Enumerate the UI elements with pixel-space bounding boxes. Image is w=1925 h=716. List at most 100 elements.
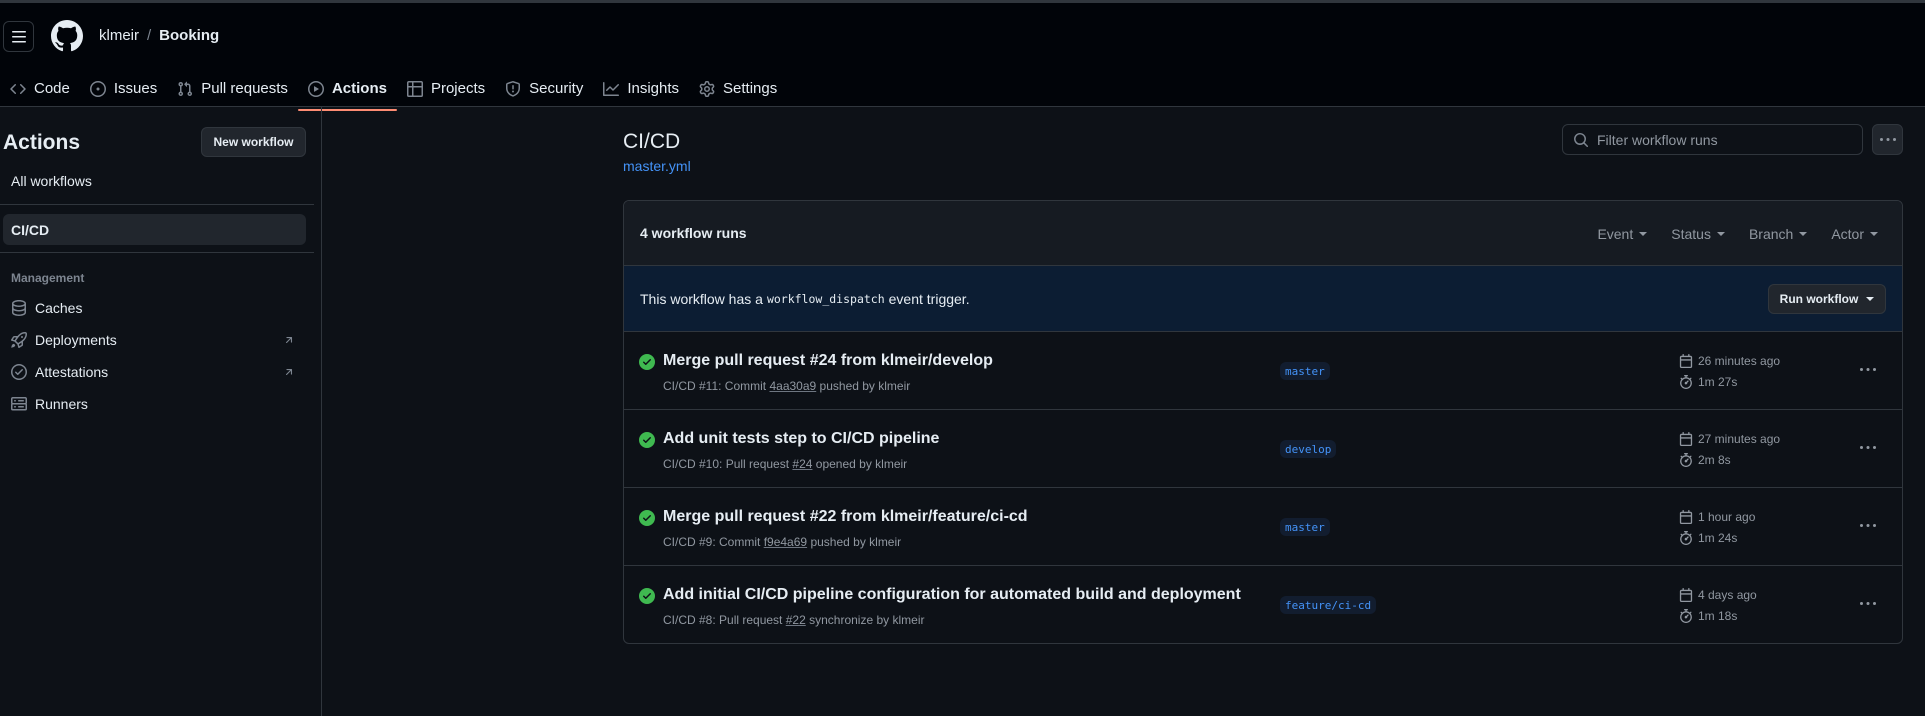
more-options-button[interactable] bbox=[1872, 124, 1903, 155]
management-heading: Management bbox=[11, 271, 85, 285]
actor-filter-dropdown[interactable]: Actor bbox=[1819, 226, 1890, 242]
status-filter-dropdown[interactable]: Status bbox=[1659, 226, 1737, 242]
three-bars-icon bbox=[11, 30, 26, 42]
run-suffix: pushed by klmeir bbox=[810, 535, 902, 549]
tab-issues[interactable]: Issues bbox=[80, 67, 167, 110]
run-suffix: synchronize by klmeir bbox=[809, 613, 925, 627]
sidebar-item-attestations[interactable]: Attestations bbox=[11, 361, 301, 383]
run-prefix: CI/CD #11: Commit bbox=[663, 379, 767, 393]
arrow-up-right-icon bbox=[285, 369, 293, 376]
sidebar-item-ci-cd[interactable]: CI/CD bbox=[3, 214, 306, 245]
branch-label[interactable]: feature/ci-cd bbox=[1280, 596, 1377, 614]
filter-runs-field[interactable] bbox=[1562, 124, 1863, 155]
triangle-down-icon bbox=[1639, 231, 1648, 236]
filter-runs-input[interactable] bbox=[1597, 131, 1847, 148]
sidebar-item-label: Caches bbox=[35, 300, 83, 316]
run-prefix: CI/CD #8: Pull request bbox=[663, 613, 783, 627]
runs-header: 4 workflow runs Event Status Branch Acto… bbox=[624, 201, 1902, 266]
run-title-link[interactable]: Add initial CI/CD pipeline configuration… bbox=[663, 586, 1241, 604]
search-icon bbox=[1574, 132, 1589, 147]
triangle-down-icon bbox=[1799, 231, 1808, 236]
kebab-horizontal-icon[interactable] bbox=[1860, 440, 1876, 456]
tab-security-label: Security bbox=[529, 80, 584, 97]
repo-owner-link[interactable]: klmeir bbox=[99, 27, 139, 44]
dispatch-code: workflow_dispatch bbox=[766, 291, 885, 306]
table-icon bbox=[406, 80, 423, 97]
github-logo-icon[interactable] bbox=[51, 20, 83, 52]
breadcrumb: klmeir / Booking bbox=[99, 27, 219, 44]
run-title-link[interactable]: Add unit tests step to CI/CD pipeline bbox=[663, 430, 939, 448]
event-filter-dropdown[interactable]: Event bbox=[1585, 226, 1659, 242]
new-workflow-button[interactable]: New workflow bbox=[201, 127, 306, 157]
graph-icon bbox=[603, 81, 620, 96]
arrow-up-right-icon bbox=[285, 337, 293, 344]
tab-pull-requests[interactable]: Pull requests bbox=[167, 67, 298, 110]
tab-code[interactable]: Code bbox=[0, 67, 80, 110]
tab-projects-label: Projects bbox=[430, 80, 486, 97]
run-duration-text: 2m 8s bbox=[1698, 453, 1731, 467]
stopwatch-icon bbox=[1680, 375, 1692, 389]
run-subtitle: CI/CD #9: Commit f9e4a69 pushed by klmei… bbox=[663, 535, 901, 549]
run-duration: 1m 27s bbox=[1679, 375, 1737, 389]
sidebar-item-label: CI/CD bbox=[11, 221, 50, 238]
repo-name-link[interactable]: Booking bbox=[159, 27, 219, 44]
dispatch-suffix: event trigger. bbox=[888, 290, 970, 307]
tab-insights-label: Insights bbox=[627, 80, 680, 97]
gear-icon bbox=[699, 80, 715, 97]
check-circle-fill-icon bbox=[639, 588, 655, 604]
tab-security[interactable]: Security bbox=[495, 67, 593, 110]
tab-settings[interactable]: Settings bbox=[689, 67, 787, 110]
actions-sidebar: Actions New workflow All workflows CI/CD… bbox=[0, 107, 322, 716]
sidebar-item-caches[interactable]: Caches bbox=[11, 297, 301, 319]
workflow-file-link[interactable]: master.yml bbox=[623, 158, 691, 174]
sidebar-item-runners[interactable]: Runners bbox=[11, 393, 301, 415]
check-circle-fill-icon bbox=[639, 354, 655, 370]
run-workflow-button[interactable]: Run workflow bbox=[1768, 284, 1886, 314]
run-subtitle: CI/CD #8: Pull request #22 synchronize b… bbox=[663, 613, 924, 627]
run-ref-link[interactable]: #24 bbox=[792, 457, 812, 471]
branch-label[interactable]: master bbox=[1280, 362, 1330, 380]
tab-actions[interactable]: Actions bbox=[297, 67, 397, 111]
kebab-horizontal-icon[interactable] bbox=[1860, 362, 1876, 378]
table-row[interactable]: Add unit tests step to CI/CD pipeline CI… bbox=[624, 410, 1902, 488]
run-duration: 1m 24s bbox=[1679, 531, 1737, 545]
kebab-horizontal-icon[interactable] bbox=[1860, 518, 1876, 534]
table-row[interactable]: Add initial CI/CD pipeline configuration… bbox=[624, 566, 1902, 643]
menu-button[interactable] bbox=[3, 21, 34, 52]
run-ref-link[interactable]: 4aa30a9 bbox=[769, 379, 816, 393]
run-prefix: CI/CD #9: Commit bbox=[663, 535, 761, 549]
run-ref-link[interactable]: #22 bbox=[786, 613, 806, 627]
run-subtitle: CI/CD #11: Commit 4aa30a9 pushed by klme… bbox=[663, 379, 910, 393]
tab-insights[interactable]: Insights bbox=[593, 67, 689, 110]
branch-filter-dropdown[interactable]: Branch bbox=[1737, 226, 1819, 242]
check-circle-fill-icon bbox=[639, 432, 655, 448]
tab-settings-label: Settings bbox=[723, 80, 778, 97]
kebab-horizontal-icon[interactable] bbox=[1860, 596, 1876, 612]
code-icon bbox=[10, 83, 26, 94]
run-suffix: pushed by klmeir bbox=[819, 379, 911, 393]
run-duration: 2m 8s bbox=[1679, 453, 1731, 467]
run-title-link[interactable]: Merge pull request #24 from klmeir/devel… bbox=[663, 352, 993, 370]
run-workflow-label: Run workflow bbox=[1779, 292, 1859, 306]
tab-code-label: Code bbox=[34, 80, 70, 97]
branch-label[interactable]: master bbox=[1280, 518, 1330, 536]
sidebar-title: Actions bbox=[3, 131, 81, 154]
sidebar-item-label: Runners bbox=[35, 396, 88, 412]
branch-label[interactable]: develop bbox=[1280, 440, 1337, 458]
stopwatch-icon bbox=[1680, 531, 1692, 545]
run-ref-link[interactable]: f9e4a69 bbox=[764, 535, 807, 549]
repo-nav: Code Issues Pull requests Actions Projec… bbox=[0, 67, 787, 111]
run-duration-text: 1m 24s bbox=[1698, 531, 1738, 545]
workflow-runs-box: 4 workflow runs Event Status Branch Acto… bbox=[623, 200, 1903, 644]
sidebar-divider bbox=[0, 204, 314, 205]
calendar-icon bbox=[1679, 510, 1693, 524]
stopwatch-icon bbox=[1680, 453, 1692, 467]
table-row[interactable]: Merge pull request #22 from klmeir/featu… bbox=[624, 488, 1902, 566]
page-title: CI/CD bbox=[623, 130, 681, 153]
sidebar-item-all-workflows[interactable]: All workflows bbox=[11, 173, 92, 189]
sidebar-item-deployments[interactable]: Deployments bbox=[11, 329, 301, 351]
tab-projects[interactable]: Projects bbox=[397, 67, 495, 110]
table-row[interactable]: Merge pull request #24 from klmeir/devel… bbox=[624, 332, 1902, 410]
run-title-link[interactable]: Merge pull request #22 from klmeir/featu… bbox=[663, 508, 1028, 526]
server-icon bbox=[11, 397, 27, 411]
